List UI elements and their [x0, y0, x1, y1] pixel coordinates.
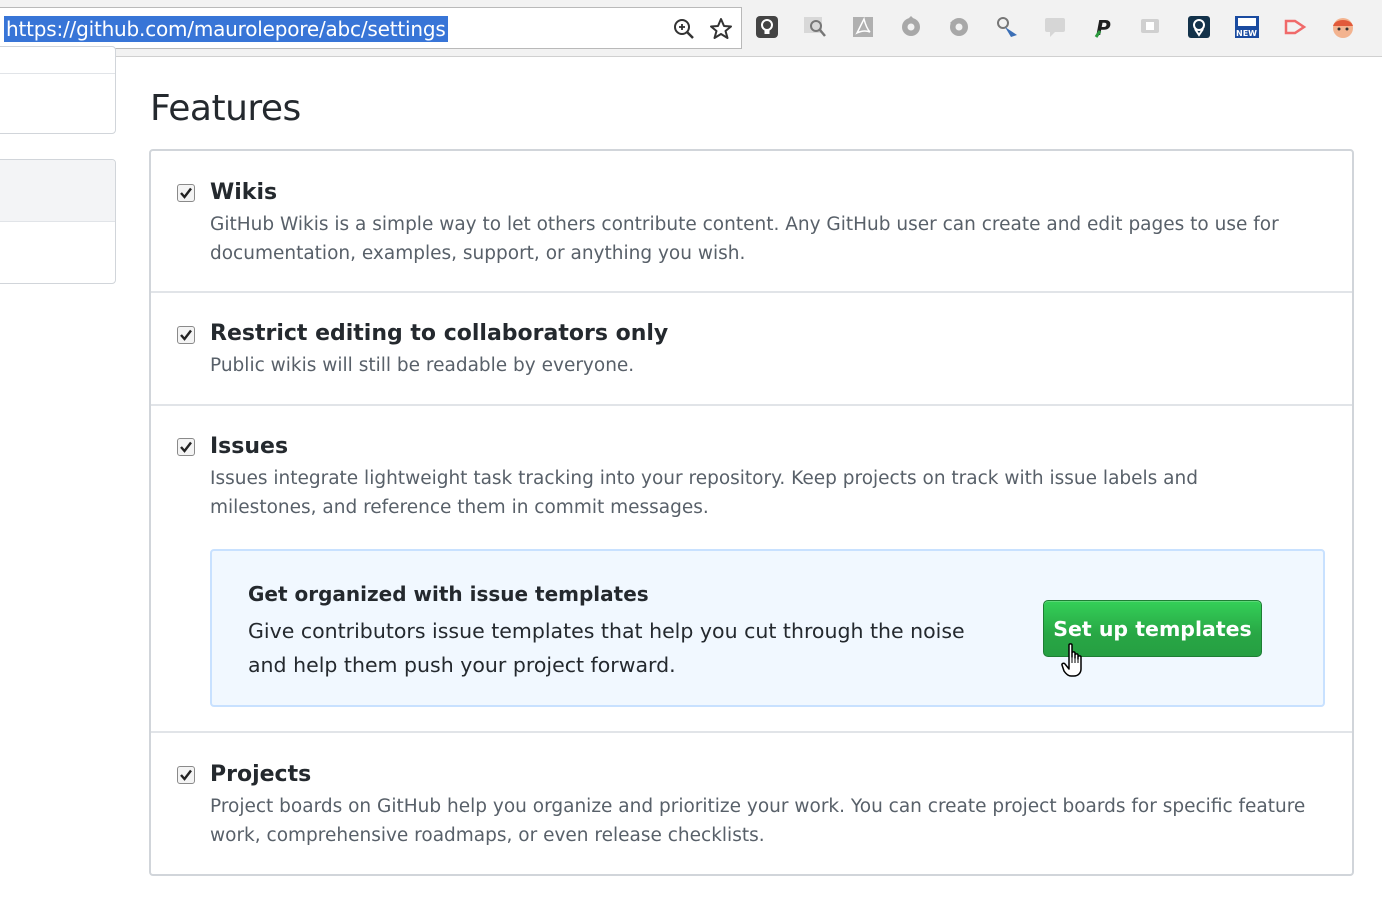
- paypal-extension-icon[interactable]: P: [1088, 12, 1118, 42]
- row-divider: [151, 291, 1352, 293]
- svg-text:P: P: [1096, 16, 1111, 40]
- search-image-extension-icon[interactable]: [800, 12, 830, 42]
- lightbulb-extension-icon[interactable]: [752, 12, 782, 42]
- gear-extension-icon[interactable]: [896, 12, 926, 42]
- new-badge-extension-icon[interactable]: NEW: [1232, 12, 1262, 42]
- svg-text:NEW: NEW: [1236, 29, 1257, 38]
- issues-title: Issues: [210, 434, 289, 459]
- inspector-extension-icon[interactable]: [992, 12, 1022, 42]
- play-extension-icon[interactable]: [1280, 12, 1310, 42]
- browser-toolbar: https://github.com/maurolepore/abc/setti…: [0, 0, 1382, 57]
- checkmark-icon: [180, 329, 192, 341]
- sidebar-item-selected[interactable]: [0, 160, 115, 222]
- projects-title: Projects: [210, 762, 312, 787]
- issue-templates-callout: Get organized with issue templates Give …: [210, 549, 1325, 707]
- issues-description: Issues integrate lightweight task tracki…: [210, 468, 1198, 518]
- projects-checkbox[interactable]: [177, 766, 195, 784]
- restrict-editing-description: Public wikis will still be readable by e…: [210, 355, 635, 376]
- wikis-title: Wikis: [210, 180, 278, 205]
- checkmark-icon: [180, 187, 192, 199]
- sidebar-divider: [0, 73, 115, 74]
- issues-checkbox[interactable]: [177, 438, 195, 456]
- restrict-editing-checkbox[interactable]: [177, 326, 195, 344]
- sidebar-menu-lower: [0, 159, 116, 284]
- page-title: Features: [150, 88, 301, 129]
- face-extension-icon[interactable]: [1328, 12, 1358, 42]
- address-bar[interactable]: https://github.com/maurolepore/abc/setti…: [0, 7, 742, 49]
- comment-extension-icon[interactable]: [1040, 12, 1070, 42]
- row-divider: [151, 404, 1352, 406]
- wikis-description: GitHub Wikis is a simple way to let othe…: [210, 214, 1279, 264]
- location-pin-extension-icon[interactable]: [1184, 12, 1214, 42]
- issue-templates-title: Get organized with issue templates: [248, 582, 649, 606]
- sidebar-menu-upper: [0, 46, 116, 134]
- restrict-editing-title: Restrict editing to collaborators only: [210, 321, 669, 346]
- url-text[interactable]: https://github.com/maurolepore/abc/setti…: [4, 16, 448, 42]
- checkmark-icon: [180, 441, 192, 453]
- zoom-icon[interactable]: [671, 16, 697, 42]
- checkmark-icon: [180, 769, 192, 781]
- wikis-checkbox[interactable]: [177, 184, 195, 202]
- video-extension-icon[interactable]: [1136, 12, 1166, 42]
- gear-grey-extension-icon[interactable]: [944, 12, 974, 42]
- hand-cursor-icon: [1061, 643, 1082, 677]
- issue-templates-description: Give contributors issue templates that h…: [248, 619, 965, 677]
- star-bookmark-icon[interactable]: [708, 16, 734, 42]
- row-divider: [151, 731, 1352, 733]
- projects-description: Project boards on GitHub help you organi…: [210, 796, 1306, 846]
- pdf-extension-icon[interactable]: [848, 12, 878, 42]
